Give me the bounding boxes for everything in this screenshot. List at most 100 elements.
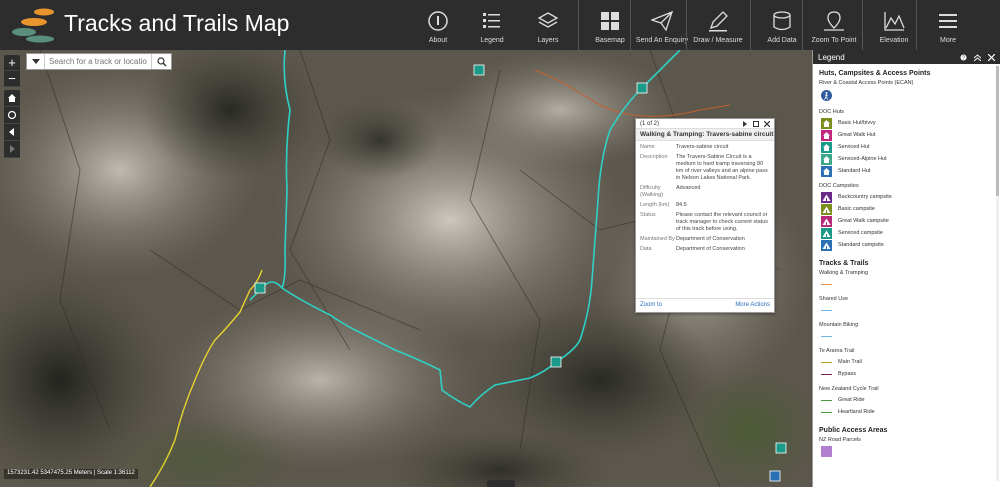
legend-hut-icon xyxy=(821,153,832,165)
toolbar-label: More xyxy=(940,37,956,44)
legend-access-icon xyxy=(821,90,832,101)
next-extent-button[interactable] xyxy=(4,141,20,158)
previous-extent-button[interactable] xyxy=(4,124,20,141)
legend-group-label: NZ Road Parcels xyxy=(819,437,861,443)
zoom-in-button[interactable]: + xyxy=(4,55,20,71)
toolbar-button-about[interactable]: About xyxy=(408,0,468,50)
header-bar: Tracks and Trails Map About Legend Layers B… xyxy=(0,0,1000,50)
zoom-to-link[interactable]: Zoom to xyxy=(640,302,662,309)
legend-tent-icon xyxy=(821,215,832,227)
popup-field-key: Data xyxy=(640,246,652,252)
legend-item-label: Great Walk Hut xyxy=(838,132,876,138)
close-icon[interactable] xyxy=(988,53,995,61)
hamburger-icon xyxy=(937,10,959,32)
maximize-icon[interactable] xyxy=(753,120,759,127)
search-button[interactable] xyxy=(151,54,171,69)
toolbar-button-zoom-to-point[interactable]: Zoom To Point xyxy=(804,0,864,50)
legend-scrollbar[interactable] xyxy=(996,66,999,481)
toolbar-button-layers[interactable]: Layers xyxy=(518,0,578,50)
collapse-icon[interactable] xyxy=(974,53,981,61)
legend-item: Serviced-Alpine Hut xyxy=(821,153,994,165)
add-data-icon xyxy=(771,10,793,32)
toolbar-button-draw-measure[interactable]: Draw / Measure xyxy=(688,0,748,50)
toolbar-button-legend[interactable]: Legend xyxy=(462,0,522,50)
toolbar-button-basemap[interactable]: Basemap xyxy=(580,0,640,50)
toolbar-separator xyxy=(578,0,579,50)
next-feature-icon[interactable] xyxy=(742,120,748,127)
legend-group-label: Walking & Tramping xyxy=(819,270,869,276)
toolbar-label: Legend xyxy=(480,37,504,44)
more-actions-link[interactable]: More Actions xyxy=(735,302,770,309)
close-icon[interactable] xyxy=(764,120,770,127)
svg-text:?: ? xyxy=(962,55,965,61)
legend-item: Main Trail xyxy=(821,356,994,368)
attribute-table-toggle[interactable] xyxy=(487,480,515,487)
toolbar-label: Draw / Measure xyxy=(693,37,743,44)
legend-item: Great Walk Hut xyxy=(821,129,994,141)
caret-down-icon xyxy=(31,58,40,64)
legend-body: Huts, Campsites & Access Points River & C… xyxy=(813,64,1000,487)
popup-field-value: 84.5 xyxy=(676,202,687,208)
legend-line-swatch xyxy=(821,399,832,401)
legend-item-label: Serviced campsite xyxy=(838,230,883,236)
arrow-right-icon xyxy=(10,145,15,153)
legend-item-label: Serviced-Alpine Hut xyxy=(838,156,887,162)
legend-header: Legend ? xyxy=(813,50,1000,64)
legend-group-label: DOC Campsites xyxy=(819,183,859,189)
legend-title: Legend xyxy=(818,52,845,62)
legend-hut-icon xyxy=(821,165,832,177)
toolbar-button-more[interactable]: More xyxy=(918,0,978,50)
legend-item xyxy=(821,445,994,457)
app-logo xyxy=(12,8,54,43)
home-button[interactable] xyxy=(4,90,20,107)
legend-line-swatch xyxy=(821,373,832,375)
legend-group-label: DOC Huts xyxy=(819,109,845,115)
popup-header: (1 of 2) xyxy=(636,119,774,129)
toolbar-label: Elevation xyxy=(879,37,909,44)
popup-field-value: Department of Conservation xyxy=(676,236,745,242)
nav-controls xyxy=(4,90,20,158)
legend-panel: Legend ? Huts, Campsites & Access Points… xyxy=(812,50,1000,487)
popup-counter: (1 of 2) xyxy=(640,120,660,127)
arrow-left-icon xyxy=(9,128,14,136)
legend-item: Basic campsite xyxy=(821,203,994,215)
search-box xyxy=(26,53,172,70)
popup-field-row: Name Travers-sabine circuit xyxy=(640,144,770,151)
legend-hut-icon xyxy=(821,129,832,141)
toolbar-button-send-an-enquiry[interactable]: Send An Enquiry xyxy=(632,0,692,50)
locate-button[interactable] xyxy=(4,107,20,124)
toolbar-button-elevation[interactable]: Elevation xyxy=(864,0,924,50)
legend-item-label: Backcountry campsite xyxy=(838,194,892,200)
legend-section-heading: Public Access Areas xyxy=(819,427,888,434)
legend-line-swatch xyxy=(821,361,832,363)
legend-tent-icon xyxy=(821,227,832,239)
search-input[interactable] xyxy=(45,54,151,69)
toolbar-label: Add Data xyxy=(767,37,797,44)
legend-item xyxy=(821,88,994,103)
toolbar-separator xyxy=(630,0,631,50)
popup-field-key: Description xyxy=(640,154,668,160)
help-icon[interactable]: ? xyxy=(960,54,967,61)
search-source-dropdown[interactable] xyxy=(27,54,45,69)
map-pin-icon xyxy=(823,10,845,32)
legend-group-label: Shared Use xyxy=(819,296,849,302)
legend-tent-icon xyxy=(821,191,832,203)
zoom-out-button[interactable]: − xyxy=(4,71,20,87)
legend-item: Standard campsite xyxy=(821,239,994,251)
legend-item: Backcountry campsite xyxy=(821,191,994,203)
legend-line-swatch xyxy=(821,283,832,285)
zoom-controls: + − xyxy=(4,55,20,87)
popup-field-key: Difficulty (Walking) xyxy=(640,185,664,198)
popup-field-value: Department of Conservation xyxy=(676,246,745,252)
elevation-icon xyxy=(883,10,905,32)
search-icon xyxy=(156,56,166,66)
popup-field-key: Name xyxy=(640,144,655,150)
legend-item-label: Basic campsite xyxy=(838,206,875,212)
toolbar-button-add-data[interactable]: Add Data xyxy=(752,0,812,50)
legend-item: Great Walk campsite xyxy=(821,215,994,227)
toolbar-separator xyxy=(750,0,751,50)
popup-field-row: Length (km) 84.5 xyxy=(640,202,770,209)
layers-icon xyxy=(537,10,559,32)
legend-item-label: Standard campsite xyxy=(838,242,884,248)
legend-item-label: Great Walk campsite xyxy=(838,218,889,224)
